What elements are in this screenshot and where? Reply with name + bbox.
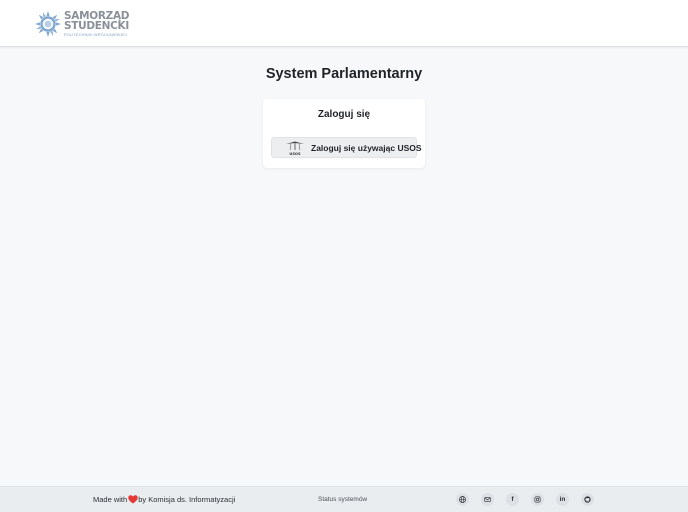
usos-logo-icon: USOS	[286, 141, 304, 156]
logo-subtitle: POLITECHNIKI WROCŁAWSKIEJ	[64, 32, 128, 37]
social-links: f in	[456, 493, 606, 506]
page-title: System Parlamentarny	[265, 66, 423, 82]
facebook-icon: f	[511, 496, 514, 503]
header: SAMORZĄD STUDENCKI POLITECHNIKI WROCŁAWS…	[0, 0, 688, 47]
globe-icon	[459, 496, 466, 503]
usos-logo-text: USOS	[289, 152, 301, 156]
sun-gear-logo-icon	[35, 11, 61, 37]
by-commission-link[interactable]: by Komisja ds. Informatyzacji	[138, 495, 235, 504]
made-with-credit: Made with by Komisja ds. Informatyzacji	[93, 495, 235, 504]
instagram-link[interactable]	[531, 493, 544, 506]
system-status-link[interactable]: Status systemów	[318, 496, 367, 503]
samorzad-logo[interactable]: SAMORZĄD STUDENCKI POLITECHNIKI WROCŁAWS…	[35, 9, 130, 39]
website-link[interactable]	[456, 493, 469, 506]
usos-login-button[interactable]: USOS Zaloguj się używając USOS	[271, 137, 422, 158]
email-link[interactable]	[481, 493, 494, 506]
footer: Made with by Komisja ds. Informatyzacji …	[0, 486, 688, 512]
github-link[interactable]	[581, 493, 594, 506]
login-card-title: Zaloguj się	[317, 109, 371, 120]
linkedin-icon: in	[559, 496, 566, 503]
usos-login-label: Zaloguj się używając USOS	[311, 142, 422, 153]
heart-icon	[128, 495, 138, 504]
logo-line-2: STUDENCKI	[64, 20, 129, 33]
made-with-text: Made with	[93, 495, 128, 504]
github-icon	[584, 496, 591, 503]
facebook-link[interactable]: f	[506, 493, 519, 506]
login-card: Zaloguj się USOS Zaloguj się używając US…	[263, 99, 425, 168]
linkedin-link[interactable]: in	[556, 493, 569, 506]
mail-icon	[484, 497, 491, 502]
instagram-icon	[534, 496, 541, 503]
